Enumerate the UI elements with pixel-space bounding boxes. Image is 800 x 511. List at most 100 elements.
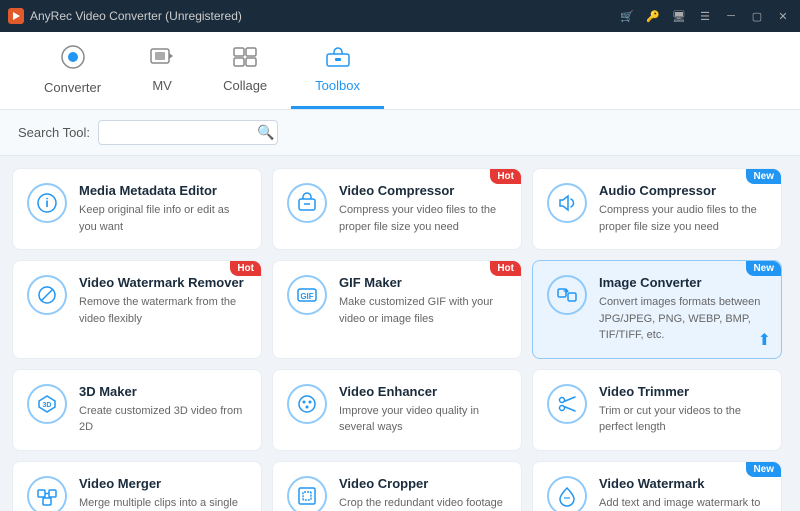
video-merger-icon [27, 476, 67, 511]
title-bar: AnyRec Video Converter (Unregistered) 🛒 … [0, 0, 800, 32]
badge-new: New [746, 261, 781, 276]
video-trimmer-icon [547, 384, 587, 424]
media-metadata-editor-desc: Keep original file info or edit as you w… [79, 202, 247, 235]
tool-card-gif-maker[interactable]: Hot GIF GIF Maker Make customized GIF wi… [272, 260, 522, 359]
audio-compressor-text: Audio Compressor Compress your audio fil… [599, 183, 767, 235]
video-compressor-icon [287, 183, 327, 223]
3d-maker-title: 3D Maker [79, 384, 247, 399]
video-enhancer-desc: Improve your video quality in several wa… [339, 403, 507, 436]
video-enhancer-text: Video Enhancer Improve your video qualit… [339, 384, 507, 436]
video-watermark-remover-icon [27, 275, 67, 315]
audio-compressor-icon [547, 183, 587, 223]
tool-card-video-trimmer[interactable]: Video Trimmer Trim or cut your videos to… [532, 369, 782, 451]
monitor-icon[interactable]: 🖥 [670, 7, 688, 25]
tool-card-image-converter[interactable]: New Image Converter Convert images forma… [532, 260, 782, 359]
cart-icon[interactable]: 🛒 [618, 7, 636, 25]
media-metadata-editor-title: Media Metadata Editor [79, 183, 247, 198]
media-metadata-editor-icon: i [27, 183, 67, 223]
video-cropper-icon [287, 476, 327, 511]
svg-text:i: i [45, 196, 48, 210]
media-metadata-editor-text: Media Metadata Editor Keep original file… [79, 183, 247, 235]
nav-toolbox[interactable]: Toolbox [291, 32, 384, 109]
tool-card-3d-maker[interactable]: 3D 3D Maker Create customized 3D video f… [12, 369, 262, 451]
video-watermark-remover-title: Video Watermark Remover [79, 275, 247, 290]
mv-icon [149, 46, 175, 74]
nav-toolbox-label: Toolbox [315, 78, 360, 93]
app-title: AnyRec Video Converter (Unregistered) [30, 9, 242, 23]
video-watermark-text: Video Watermark Add text and image water… [599, 476, 767, 511]
title-bar-left: AnyRec Video Converter (Unregistered) [8, 8, 242, 24]
tool-card-video-watermark[interactable]: New Video Watermark Add text and image w… [532, 461, 782, 511]
video-watermark-remover-desc: Remove the watermark from the video flex… [79, 294, 247, 327]
video-watermark-remover-text: Video Watermark Remover Remove the water… [79, 275, 247, 327]
video-watermark-title: Video Watermark [599, 476, 767, 491]
badge-hot: Hot [230, 261, 261, 276]
svg-text:3D: 3D [43, 402, 52, 409]
close-button[interactable]: ✕ [774, 7, 792, 25]
gif-maker-desc: Make customized GIF with your video or i… [339, 294, 507, 327]
tool-card-audio-compressor[interactable]: New Audio Compressor Compress your audio… [532, 168, 782, 250]
gif-maker-icon: GIF [287, 275, 327, 315]
3d-maker-desc: Create customized 3D video from 2D [79, 403, 247, 436]
tool-card-media-metadata-editor[interactable]: i Media Metadata Editor Keep original fi… [12, 168, 262, 250]
video-compressor-desc: Compress your video files to the proper … [339, 202, 507, 235]
tool-card-video-cropper[interactable]: Video Cropper Crop the redundant video f… [272, 461, 522, 511]
tool-card-video-enhancer[interactable]: Video Enhancer Improve your video qualit… [272, 369, 522, 451]
audio-compressor-desc: Compress your audio files to the proper … [599, 202, 767, 235]
video-enhancer-title: Video Enhancer [339, 384, 507, 399]
video-compressor-text: Video Compressor Compress your video fil… [339, 183, 507, 235]
image-converter-text: Image Converter Convert images formats b… [599, 275, 767, 344]
audio-compressor-title: Audio Compressor [599, 183, 767, 198]
3d-maker-text: 3D Maker Create customized 3D video from… [79, 384, 247, 436]
tool-card-video-merger[interactable]: Video Merger Merge multiple clips into a… [12, 461, 262, 511]
app-logo [8, 8, 24, 24]
tool-card-video-watermark-remover[interactable]: Hot Video Watermark Remover Remove the w… [12, 260, 262, 359]
video-cropper-title: Video Cropper [339, 476, 507, 491]
collage-icon [232, 46, 258, 74]
search-icon[interactable]: 🔍 [257, 124, 274, 141]
video-cropper-desc: Crop the redundant video footage [339, 495, 507, 511]
video-cropper-text: Video Cropper Crop the redundant video f… [339, 476, 507, 511]
nav-mv[interactable]: MV [125, 32, 199, 109]
gif-maker-title: GIF Maker [339, 275, 507, 290]
image-converter-icon [547, 275, 587, 315]
video-watermark-desc: Add text and image watermark to the vide… [599, 495, 767, 511]
nav-converter-label: Converter [44, 80, 101, 95]
video-merger-text: Video Merger Merge multiple clips into a… [79, 476, 247, 511]
video-compressor-title: Video Compressor [339, 183, 507, 198]
menu-icon[interactable]: ☰ [696, 7, 714, 25]
video-watermark-icon [547, 476, 587, 511]
nav-collage-label: Collage [223, 78, 267, 93]
toolbox-icon [325, 46, 351, 74]
video-trimmer-title: Video Trimmer [599, 384, 767, 399]
search-label: Search Tool: [18, 125, 90, 140]
video-enhancer-icon [287, 384, 327, 424]
tool-grid: i Media Metadata Editor Keep original fi… [12, 168, 782, 511]
scroll-to-top-icon[interactable]: ⬆ [758, 330, 771, 350]
nav-collage[interactable]: Collage [199, 32, 291, 109]
search-input[interactable] [107, 125, 257, 140]
maximize-button[interactable]: ▢ [748, 7, 766, 25]
badge-new: New [746, 169, 781, 184]
nav-converter[interactable]: Converter [20, 32, 125, 109]
nav-mv-label: MV [152, 78, 172, 93]
image-converter-desc: Convert images formats between JPG/JPEG,… [599, 294, 767, 344]
video-trimmer-text: Video Trimmer Trim or cut your videos to… [599, 384, 767, 436]
search-bar: Search Tool: 🔍 [0, 110, 800, 156]
badge-hot: Hot [490, 169, 521, 184]
image-converter-title: Image Converter [599, 275, 767, 290]
video-merger-title: Video Merger [79, 476, 247, 491]
3d-maker-icon: 3D [27, 384, 67, 424]
video-trimmer-desc: Trim or cut your videos to the perfect l… [599, 403, 767, 436]
tool-card-video-compressor[interactable]: Hot Video Compressor Compress your video… [272, 168, 522, 250]
search-input-wrap[interactable]: 🔍 [98, 120, 278, 145]
converter-icon [60, 44, 86, 76]
gif-maker-text: GIF Maker Make customized GIF with your … [339, 275, 507, 327]
badge-hot: Hot [490, 261, 521, 276]
title-bar-controls: 🛒 🔑 🖥 ☰ ─ ▢ ✕ [618, 7, 792, 25]
main-content: i Media Metadata Editor Keep original fi… [0, 156, 800, 511]
badge-new: New [746, 462, 781, 477]
key-icon[interactable]: 🔑 [644, 7, 662, 25]
video-merger-desc: Merge multiple clips into a single piece [79, 495, 247, 511]
minimize-button[interactable]: ─ [722, 7, 740, 25]
